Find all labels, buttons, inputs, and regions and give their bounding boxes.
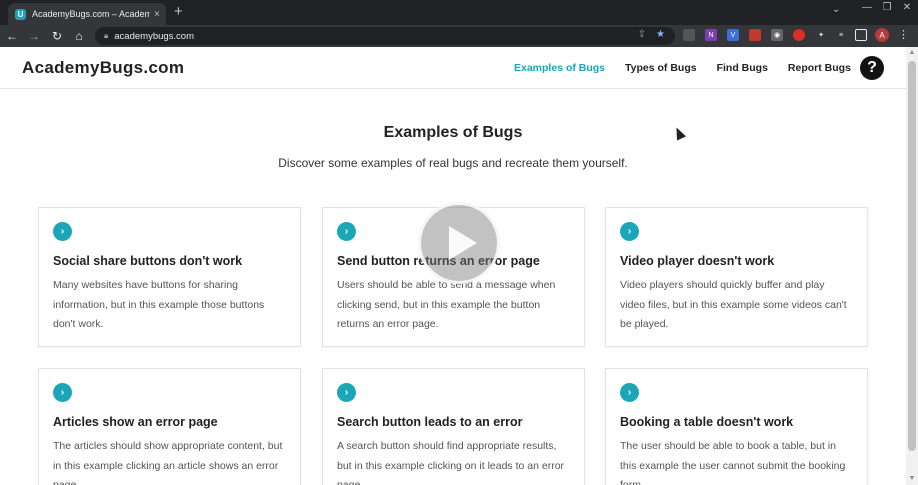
chevron-right-icon[interactable]: › (337, 222, 356, 241)
rec-icon[interactable] (793, 29, 805, 41)
page-subtitle: Discover some examples of real bugs and … (278, 156, 628, 170)
scroll-thumb[interactable] (908, 61, 916, 451)
site-favicon-icon: U (15, 8, 26, 20)
card-description: A search button should find appropriate … (337, 440, 565, 485)
card-description: The articles should show appropriate con… (53, 440, 283, 485)
bug-card[interactable]: › Video player doesn't work Video player… (605, 207, 868, 347)
browser-tab[interactable]: U AcademyBugs.com – Academy B × (8, 3, 166, 25)
playlist-icon[interactable]: ≡ (835, 29, 847, 41)
back-icon[interactable]: ← (4, 27, 20, 45)
extension-1-icon[interactable] (683, 29, 695, 41)
site-logo[interactable]: AcademyBugs.com (22, 58, 184, 78)
puzzle-icon[interactable]: ✦ (815, 29, 827, 41)
page-scrollbar[interactable]: ▲ ▼ (906, 47, 918, 485)
browser-titlebar: U AcademyBugs.com – Academy B × + ⌄ — ❐ … (0, 0, 918, 25)
browser-toolbar: ← → ↻ ⌂ 🔒︎ academybugs.com ⇪ ★ N V ◉ ✦ ≡… (0, 25, 918, 47)
bug-card[interactable]: › Search button leads to an error A sear… (322, 368, 585, 485)
v-icon[interactable]: V (727, 29, 739, 41)
card-description: Users should be able to send a message w… (337, 279, 556, 330)
bookmark-star-icon[interactable]: ★ (656, 29, 665, 40)
scroll-up-arrow-icon[interactable]: ▲ (906, 49, 918, 56)
restore-button[interactable]: ❐ (880, 2, 894, 13)
bug-card[interactable]: › Articles show an error page The articl… (38, 368, 301, 485)
card-description: The user should be able to book a table,… (620, 440, 846, 485)
minimize-button[interactable]: — (860, 2, 874, 13)
nav-types-of-bugs[interactable]: Types of Bugs (625, 62, 697, 74)
card-title[interactable]: Articles show an error page (53, 415, 218, 429)
omnibox-actions: ⇪ ★ (638, 29, 665, 40)
url-text[interactable]: academybugs.com (114, 31, 194, 42)
card-title[interactable]: Booking a table doesn't work (620, 415, 793, 429)
card-description: Many websites have buttons for sharing i… (53, 279, 265, 330)
chevron-right-icon[interactable]: › (620, 222, 639, 241)
scroll-down-arrow-icon[interactable]: ▼ (906, 475, 918, 482)
tab-close-icon[interactable]: × (154, 9, 160, 20)
help-icon[interactable]: ? (860, 56, 884, 80)
bug-card[interactable]: › Booking a table doesn't work The user … (605, 368, 868, 485)
card-description: Video players should quickly buffer and … (620, 279, 847, 330)
share-icon[interactable]: ⇪ (638, 29, 646, 40)
card-title[interactable]: Search button leads to an error (337, 415, 522, 429)
video-play-button[interactable] (418, 202, 500, 284)
tab-search-icon[interactable]: ⌄ (832, 4, 840, 15)
home-icon[interactable]: ⌂ (71, 27, 87, 45)
forward-icon[interactable]: → (26, 27, 42, 45)
site-header: AcademyBugs.com Examples of Bugs Types o… (0, 47, 906, 89)
chevron-right-icon[interactable]: › (620, 383, 639, 402)
page-title: Examples of Bugs (383, 124, 523, 141)
close-window-button[interactable]: ✕ (900, 2, 914, 13)
address-bar[interactable]: 🔒︎ academybugs.com ⇪ ★ (95, 27, 675, 45)
new-tab-button[interactable]: + (174, 3, 183, 21)
sidepanel-icon[interactable] (855, 29, 867, 41)
card-title[interactable]: Social share buttons don't work (53, 254, 242, 268)
chevron-right-icon[interactable]: › (53, 222, 72, 241)
card-title[interactable]: Video player doesn't work (620, 254, 774, 268)
bug-card[interactable]: › Social share buttons don't work Many w… (38, 207, 301, 347)
red-icon[interactable] (749, 29, 761, 41)
menu-kebab-icon[interactable]: ⋮ (898, 28, 909, 41)
lock-icon: 🔒︎ (104, 31, 109, 40)
reload-icon[interactable]: ↻ (49, 27, 65, 45)
play-icon (449, 226, 477, 260)
chevron-right-icon[interactable]: › (53, 383, 72, 402)
camera-icon[interactable]: ◉ (771, 29, 783, 41)
chevron-right-icon[interactable]: › (337, 383, 356, 402)
window-controls: — ❐ ✕ (860, 2, 914, 13)
main-nav: Examples of Bugs Types of Bugs Find Bugs… (514, 62, 851, 74)
nav-report-bugs[interactable]: Report Bugs (788, 62, 851, 74)
nav-find-bugs[interactable]: Find Bugs (717, 62, 768, 74)
nav-examples-of-bugs[interactable]: Examples of Bugs (514, 62, 605, 74)
onenote-icon[interactable]: N (705, 29, 717, 41)
profile-avatar[interactable]: A (875, 28, 889, 42)
tab-title: AcademyBugs.com – Academy B (32, 9, 150, 19)
